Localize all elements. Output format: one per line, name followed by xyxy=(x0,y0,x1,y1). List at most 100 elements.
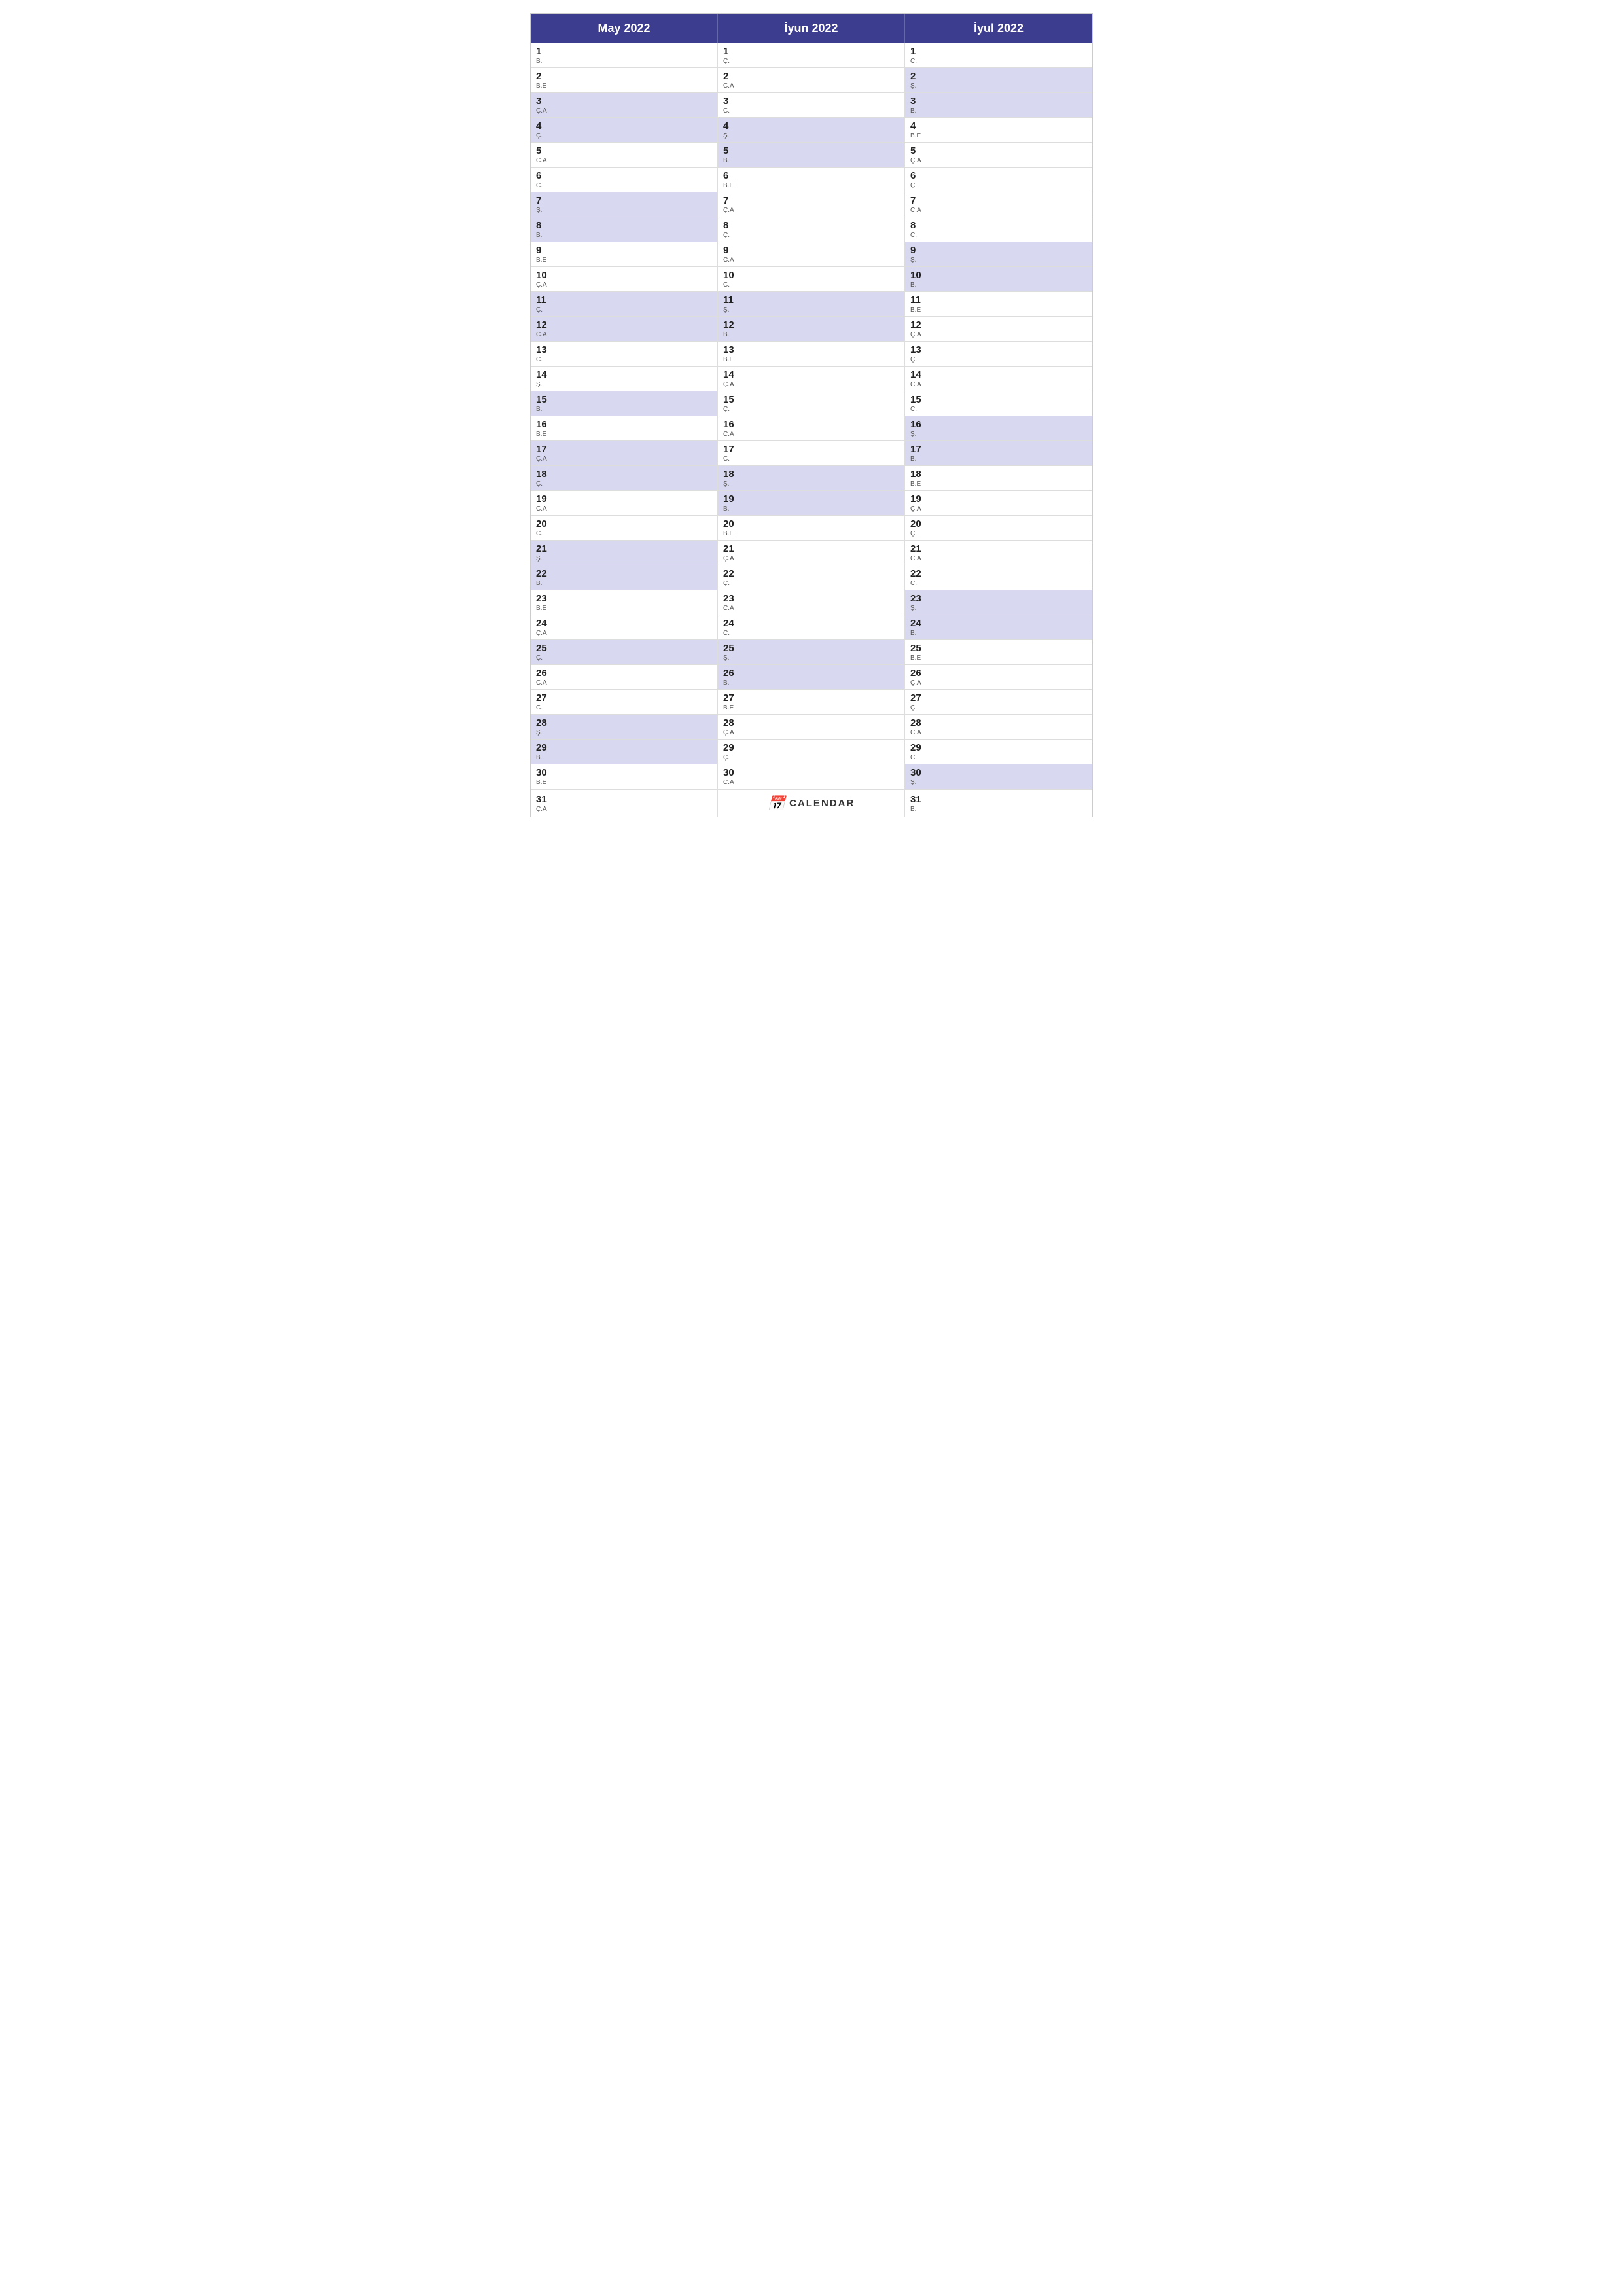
day-number: 16 xyxy=(910,419,1087,430)
day-number: 25 xyxy=(910,643,1087,654)
day-abbreviation: C.A xyxy=(910,555,1087,562)
day-number: 10 xyxy=(910,270,1087,281)
day-cell: 19C.A xyxy=(531,491,718,516)
day-abbreviation: B.E xyxy=(910,306,1087,314)
day-number: 11 xyxy=(910,295,1087,306)
day-number: 13 xyxy=(910,344,1087,355)
day-abbreviation: Ş. xyxy=(910,257,1087,264)
footer-logo: 📅 CALENDAR xyxy=(718,790,905,817)
day-number: 19 xyxy=(536,493,712,505)
day-cell: 10Ç.A xyxy=(531,267,718,292)
day-number: 5 xyxy=(910,145,1087,156)
day-cell: 13Ç. xyxy=(905,342,1092,367)
day-cell: 6C. xyxy=(531,168,718,192)
day-cell: 9Ş. xyxy=(905,242,1092,267)
day-number: 27 xyxy=(536,692,712,704)
day-number: 12 xyxy=(910,319,1087,331)
day-abbreviation: Ş. xyxy=(723,132,899,139)
day-cell: 4Ç. xyxy=(531,118,718,143)
day-cell: 11Ş. xyxy=(718,292,905,317)
day-abbreviation: C.A xyxy=(910,207,1087,214)
day-abbreviation: C.A xyxy=(723,257,899,264)
day-cell: 7Ş. xyxy=(531,192,718,217)
day-cell: 8B. xyxy=(531,217,718,242)
day-cell: 6Ç. xyxy=(905,168,1092,192)
day-number: 25 xyxy=(536,643,712,654)
day-cell: 29B. xyxy=(531,740,718,764)
day-abbreviation: Ç.A xyxy=(910,157,1087,164)
day-abbreviation: Ş. xyxy=(536,555,712,562)
day-number: 16 xyxy=(723,419,899,430)
day-abbreviation: C.A xyxy=(536,679,712,687)
day-abbreviation: Ç.A xyxy=(723,381,899,388)
month-header-iyul: İyul 2022 xyxy=(905,14,1092,43)
day-number: 3 xyxy=(723,96,899,107)
day-abbreviation: Ş. xyxy=(910,82,1087,90)
day-cell: 2B.E xyxy=(531,68,718,93)
day-number: 17 xyxy=(536,444,712,455)
day-number: 20 xyxy=(536,518,712,529)
day-number: 8 xyxy=(536,220,712,231)
day-abbreviation: B. xyxy=(910,107,1087,115)
day-number: 29 xyxy=(536,742,712,753)
day-cell: 22C. xyxy=(905,565,1092,590)
day-cell: 3B. xyxy=(905,93,1092,118)
day-abbreviation: C.A xyxy=(536,157,712,164)
day-number: 15 xyxy=(536,394,712,405)
day-cell: 18Ş. xyxy=(718,466,905,491)
day-number: 1 xyxy=(536,46,712,57)
day-abbreviation: B.E xyxy=(536,431,712,438)
day-cell: 12Ç.A xyxy=(905,317,1092,342)
day-cell: 20C. xyxy=(531,516,718,541)
day-cell: 1Ç. xyxy=(718,43,905,68)
day-abbreviation: Ş. xyxy=(723,655,899,662)
day-abbreviation: Ç. xyxy=(723,580,899,587)
day-number: 2 xyxy=(910,71,1087,82)
day-abbreviation: Ç. xyxy=(910,530,1087,537)
day-number: 17 xyxy=(723,444,899,455)
day-number: 9 xyxy=(910,245,1087,256)
day-abbreviation: Ç. xyxy=(723,754,899,761)
day-cell: 26Ç.A xyxy=(905,665,1092,690)
day-cell: 29C. xyxy=(905,740,1092,764)
day-number: 20 xyxy=(723,518,899,529)
day-number: 8 xyxy=(723,220,899,231)
day-abbreviation: Ş. xyxy=(723,306,899,314)
month-header-may: May 2022 xyxy=(531,14,718,43)
day-number: 2 xyxy=(536,71,712,82)
day-abbreviation: Ç.A xyxy=(536,630,712,637)
day-number: 29 xyxy=(910,742,1087,753)
footer-may: 31 Ç.A xyxy=(531,790,718,817)
day-number: 13 xyxy=(723,344,899,355)
day-cell: 25Ç. xyxy=(531,640,718,665)
day-cell: 21Ç.A xyxy=(718,541,905,565)
day-number: 3 xyxy=(910,96,1087,107)
day-abbreviation: B. xyxy=(536,580,712,587)
day-number: 12 xyxy=(723,319,899,331)
day-number: 6 xyxy=(723,170,899,181)
footer-iyul: 31 B. xyxy=(905,790,1092,817)
day-cell: 21C.A xyxy=(905,541,1092,565)
day-abbreviation: C.A xyxy=(536,331,712,338)
day-number: 19 xyxy=(723,493,899,505)
day-number: 29 xyxy=(723,742,899,753)
day-cell: 23Ş. xyxy=(905,590,1092,615)
day-cell: 3Ç.A xyxy=(531,93,718,118)
day-abbreviation: B. xyxy=(536,232,712,239)
day-number: 19 xyxy=(910,493,1087,505)
month-title-iyul: İyul 2022 xyxy=(974,22,1024,35)
day-cell: 17Ç.A xyxy=(531,441,718,466)
day-abbreviation: B. xyxy=(723,157,899,164)
day-number: 5 xyxy=(723,145,899,156)
day-cell: 3C. xyxy=(718,93,905,118)
day-number: 4 xyxy=(536,120,712,132)
day-number: 17 xyxy=(910,444,1087,455)
day-number: 8 xyxy=(910,220,1087,231)
day-cell: 14C.A xyxy=(905,367,1092,391)
day-cell: 2Ş. xyxy=(905,68,1092,93)
day-abbreviation: C.A xyxy=(910,381,1087,388)
day-cell: 24B. xyxy=(905,615,1092,640)
day-abbreviation: C. xyxy=(910,580,1087,587)
day-number: 10 xyxy=(536,270,712,281)
day-abbreviation: Ç. xyxy=(536,306,712,314)
